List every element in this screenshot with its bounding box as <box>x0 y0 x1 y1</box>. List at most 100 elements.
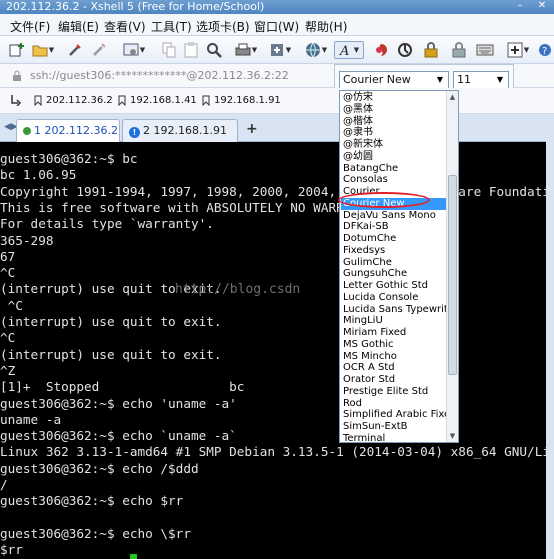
terminal-line: $rr <box>0 542 23 558</box>
font-family-value: Courier New <box>343 73 411 86</box>
font-list-item[interactable]: DejaVu Sans Mono <box>341 210 447 222</box>
font-list-item[interactable]: MS Mincho <box>341 351 447 363</box>
new-session-icon[interactable] <box>8 41 26 59</box>
add-icon[interactable]: ▼ <box>504 41 532 59</box>
scroll-thumb[interactable] <box>448 175 457 375</box>
terminal-line: guest306@362:~$ echo $rr <box>0 493 184 509</box>
link-label: 202.112.36.2 <box>46 95 113 106</box>
font-dropdown-list[interactable]: @仿宋 @黑体 @楷体 @隶书 @新宋体 @幼圆 BatangChe Consolas Cour… <box>339 90 459 443</box>
address-input[interactable]: ssh://guest306:*************@202.112.36.… <box>30 69 289 82</box>
font-list-item[interactable]: @楷体 <box>341 116 447 128</box>
tab-label: 2 192.168.1.91 <box>143 124 227 137</box>
menu-edit[interactable]: 编辑(E) <box>58 18 99 35</box>
font-list-item[interactable]: GulimChe <box>341 257 447 269</box>
chevron-down-icon[interactable]: ▼ <box>494 73 506 87</box>
font-list-item[interactable]: @隶书 <box>341 127 447 139</box>
find-icon[interactable] <box>205 41 223 59</box>
terminal-line: (interrupt) use quit to exit. <box>0 314 222 329</box>
font-list-item[interactable]: MS Gothic <box>341 339 447 351</box>
terminal-line: uname -a <box>0 411 62 427</box>
tab-session-1[interactable]: 1 202.112.36.2 <box>16 119 120 142</box>
font-list-item[interactable]: DFKai-SB <box>341 221 447 233</box>
font-list-item[interactable]: @黑体 <box>341 104 447 116</box>
font-list-item[interactable]: Prestige Elite Std <box>341 386 447 398</box>
script-icon[interactable] <box>396 41 414 59</box>
link-label: 192.168.1.91 <box>214 95 281 106</box>
link-item[interactable]: 202.112.36.2 <box>34 95 113 106</box>
terminal-line: guest306@362:~$ echo 'uname -a' <box>0 395 237 411</box>
terminal-line: [1]+ Stopped bc <box>0 379 245 395</box>
lock-icon-2[interactable] <box>450 41 468 59</box>
font-list-item[interactable]: MingLiU <box>341 315 447 327</box>
terminal-scrollbar[interactable] <box>546 114 554 559</box>
menu-window[interactable]: 窗口(W) <box>254 18 299 35</box>
font-list-item[interactable]: GungsuhChe <box>341 268 447 280</box>
font-list-item[interactable]: Fixedsys <box>341 245 447 257</box>
tab-label: 1 202.112.36.2 <box>34 124 118 137</box>
terminal-line: Linux 362 3.13-1-amd64 #1 SMP Debian 3.1… <box>0 444 554 460</box>
close-button[interactable]: ✕ <box>532 0 552 13</box>
transfer-icon[interactable]: ▼ <box>266 41 294 59</box>
keyboard-icon[interactable] <box>476 41 494 59</box>
reconnect-icon[interactable] <box>66 41 84 59</box>
font-list-item[interactable]: @仿宋 <box>341 92 447 104</box>
toolbar: ▼ ▼ ▼ ▼ ▼ A ▼ ▼ ? <box>0 36 554 64</box>
font-list-item[interactable]: BatangChe <box>341 163 447 175</box>
font-size-value: 11 <box>457 73 471 86</box>
xftp-icon[interactable] <box>372 41 390 59</box>
disconnect-icon[interactable] <box>90 41 108 59</box>
lock-icon[interactable] <box>422 41 440 59</box>
link-item[interactable]: 192.168.1.91 <box>202 95 281 106</box>
font-list-item[interactable]: Simplified Arabic Fixed <box>341 409 457 421</box>
terminal-line: ^C <box>0 297 23 313</box>
font-list-item[interactable]: OCR A Std <box>341 362 447 374</box>
terminal-output[interactable]: guest306@362:~$ bc bc 1.06.95 Copyright 19… <box>0 142 554 559</box>
menu-tabs[interactable]: 选项卡(B) <box>196 18 250 35</box>
font-list-item[interactable]: Lucida Console <box>341 292 447 304</box>
help-icon[interactable]: ? <box>538 41 552 59</box>
add-tab-button[interactable]: + <box>246 121 258 137</box>
menu-view[interactable]: 查看(V) <box>104 18 146 35</box>
font-list-item[interactable]: Miriam Fixed <box>341 327 447 339</box>
menu-file[interactable]: 文件(F) <box>10 18 50 35</box>
warning-status-icon: ! <box>129 127 140 138</box>
font-list-item[interactable]: Consolas <box>341 174 447 186</box>
terminal-line: guest306@362:~$ echo \$rr <box>0 525 191 541</box>
font-list-item[interactable]: @新宋体 <box>341 139 447 151</box>
tab-bar: ◀▶ 1 202.112.36.2 ! 2 192.168.1.91 + <box>0 114 554 142</box>
font-list-item[interactable]: Rod <box>341 398 447 410</box>
links-arrow-icon[interactable] <box>10 94 22 109</box>
font-list-item[interactable]: SimSun-ExtB <box>341 421 447 433</box>
tab-session-2[interactable]: ! 2 192.168.1.91 <box>122 119 238 142</box>
menu-tools[interactable]: 工具(T) <box>151 18 192 35</box>
terminal-line: guest306@362:~$ bc <box>0 151 138 166</box>
link-label: 192.168.1.41 <box>130 95 197 106</box>
copy-icon[interactable] <box>160 41 178 59</box>
minimize-button[interactable]: – <box>510 0 530 13</box>
font-list-item[interactable]: Orator Std <box>341 374 447 386</box>
font-family-select[interactable]: Courier New ▼ <box>339 71 449 89</box>
scroll-down-icon[interactable]: ▼ <box>447 430 458 442</box>
globe-icon[interactable]: ▼ <box>302 41 330 59</box>
terminal-line: 365-298 <box>0 232 54 248</box>
link-item[interactable]: 192.168.1.41 <box>118 95 197 106</box>
font-list-item[interactable]: Lucida Sans Typewriter <box>341 304 458 316</box>
font-list-item[interactable]: DotumChe <box>341 233 447 245</box>
chevron-down-icon[interactable]: ▼ <box>434 73 446 87</box>
terminal-line: Copyright 1991-1994, 1997, 1998, 2000, 2… <box>0 183 554 199</box>
paste-icon[interactable] <box>182 41 200 59</box>
open-folder-icon[interactable]: ▼ <box>29 41 57 59</box>
font-list-item[interactable]: @幼圆 <box>341 151 447 163</box>
menu-help[interactable]: 帮助(H) <box>305 18 347 35</box>
print-icon[interactable]: ▼ <box>232 41 260 59</box>
terminal-line: (interrupt) use quit to exit. <box>0 346 222 362</box>
font-list-item[interactable]: Terminal <box>341 433 447 442</box>
window-title: 202.112.36.2 - Xshell 5 (Free for Home/S… <box>6 0 265 13</box>
font-size-select[interactable]: 11 ▼ <box>453 71 509 89</box>
font-icon[interactable]: A ▼ <box>334 41 364 59</box>
properties-icon[interactable]: ▼ <box>120 41 148 59</box>
scroll-up-icon[interactable]: ▲ <box>447 91 458 103</box>
font-list-item[interactable]: Letter Gothic Std <box>341 280 447 292</box>
scrollbar[interactable]: ▲ ▼ <box>446 91 458 442</box>
terminal-line: / <box>0 477 8 492</box>
